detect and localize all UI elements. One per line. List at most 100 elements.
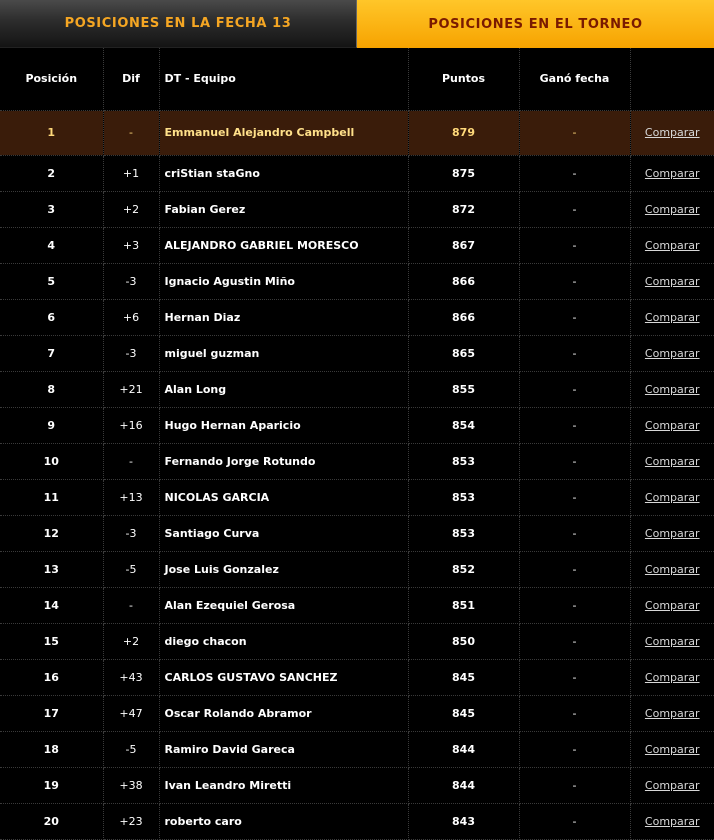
table-row: 15 +2 diego chacon 850- Comparar [0, 623, 714, 660]
table-header-row: Posición Dif DT - Equipo Puntos Ganó fec… [0, 48, 714, 111]
row-compare-cell: Comparar [630, 263, 714, 300]
row-position: 6 [0, 299, 104, 336]
row-compare-cell: Comparar [630, 109, 714, 156]
row-position: 3 [0, 191, 104, 228]
row-compare-cell: Comparar [630, 695, 714, 732]
row-compare-cell: Comparar [630, 227, 714, 264]
row-dif: - [103, 587, 160, 624]
row-won-date: - [519, 155, 631, 192]
table-row: 5 -3 Ignacio Agustin Miño 866- Comparar [0, 263, 714, 300]
row-points: 853 [408, 515, 520, 552]
row-compare-cell: Comparar [630, 659, 714, 696]
row-won-date: - [519, 109, 631, 156]
row-points: 872 [408, 191, 520, 228]
row-compare-cell: Comparar [630, 191, 714, 228]
table-row: 6 +6 Hernan Diaz 866- Comparar [0, 299, 714, 336]
row-compare-cell: Comparar [630, 623, 714, 660]
row-compare-cell: Comparar [630, 551, 714, 588]
row-won-date: - [519, 191, 631, 228]
compare-link[interactable]: Comparar [645, 167, 700, 180]
header-position: Posición [0, 48, 104, 111]
table-row: 18 -5 Ramiro David Gareca 844- Comparar [0, 731, 714, 768]
row-points: 875 [408, 155, 520, 192]
row-compare-cell: Comparar [630, 155, 714, 192]
compare-link[interactable]: Comparar [645, 311, 700, 324]
compare-link[interactable]: Comparar [645, 275, 700, 288]
row-won-date: - [519, 371, 631, 408]
row-team-name: roberto caro [159, 803, 409, 840]
row-won-date: - [519, 803, 631, 840]
compare-link[interactable]: Comparar [645, 347, 700, 360]
row-team-name: Alan Long [159, 371, 409, 408]
compare-link[interactable]: Comparar [645, 455, 700, 468]
row-team-name: Santiago Curva [159, 515, 409, 552]
compare-link[interactable]: Comparar [645, 126, 700, 139]
compare-link[interactable]: Comparar [645, 419, 700, 432]
row-team-name: Alan Ezequiel Gerosa [159, 587, 409, 624]
standings-table: Posición Dif DT - Equipo Puntos Ganó fec… [0, 48, 714, 840]
row-dif: +21 [103, 371, 160, 408]
table-row: 16 +43 CARLOS GUSTAVO SANCHEZ 845- Comparar [0, 659, 714, 696]
compare-link[interactable]: Comparar [645, 563, 700, 576]
compare-link[interactable]: Comparar [645, 671, 700, 684]
row-position: 18 [0, 731, 104, 768]
row-dif: -3 [103, 515, 160, 552]
tab-posiciones-fecha[interactable]: POSICIONES EN LA FECHA 13 [0, 0, 357, 48]
compare-link[interactable]: Comparar [645, 779, 700, 792]
row-position: 20 [0, 803, 104, 840]
table-row: 4 +3 ALEJANDRO GABRIEL MORESCO 867- Comparar [0, 227, 714, 264]
row-won-date: - [519, 443, 631, 480]
row-team-name: diego chacon [159, 623, 409, 660]
row-dif: +23 [103, 803, 160, 840]
compare-link[interactable]: Comparar [645, 815, 700, 828]
row-points: 866 [408, 263, 520, 300]
row-points: 867 [408, 227, 520, 264]
row-points: 852 [408, 551, 520, 588]
row-dif: +2 [103, 623, 160, 660]
compare-link[interactable]: Comparar [645, 635, 700, 648]
row-won-date: - [519, 767, 631, 804]
row-won-date: - [519, 623, 631, 660]
row-dif: +47 [103, 695, 160, 732]
header-won-date: Ganó fecha [519, 48, 631, 111]
row-dif: +3 [103, 227, 160, 264]
row-position: 5 [0, 263, 104, 300]
row-won-date: - [519, 731, 631, 768]
table-row: 19 +38 Ivan Leandro Miretti 844- Comparar [0, 767, 714, 804]
row-position: 8 [0, 371, 104, 408]
table-row: 10- Fernando Jorge Rotundo 853- Comparar [0, 443, 714, 480]
row-team-name: criStian staGno [159, 155, 409, 192]
row-team-name: Ignacio Agustin Miño [159, 263, 409, 300]
table-row: 20 +23 roberto caro 843- Comparar [0, 803, 714, 840]
row-team-name: Fabian Gerez [159, 191, 409, 228]
compare-link[interactable]: Comparar [645, 527, 700, 540]
table-row: 3 +2 Fabian Gerez 872- Comparar [0, 191, 714, 228]
row-team-name: Jose Luis Gonzalez [159, 551, 409, 588]
row-dif: +43 [103, 659, 160, 696]
compare-link[interactable]: Comparar [645, 383, 700, 396]
compare-link[interactable]: Comparar [645, 599, 700, 612]
row-points: 844 [408, 767, 520, 804]
tab-posiciones-torneo[interactable]: POSICIONES EN EL TORNEO [357, 0, 714, 48]
row-dif: -5 [103, 551, 160, 588]
row-dif: +2 [103, 191, 160, 228]
row-dif: +6 [103, 299, 160, 336]
row-position: 4 [0, 227, 104, 264]
header-team: DT - Equipo [159, 48, 409, 111]
compare-link[interactable]: Comparar [645, 203, 700, 216]
row-position: 2 [0, 155, 104, 192]
table-row: 13 -5 Jose Luis Gonzalez 852- Comparar [0, 551, 714, 588]
row-points: 853 [408, 479, 520, 516]
compare-link[interactable]: Comparar [645, 707, 700, 720]
compare-link[interactable]: Comparar [645, 491, 700, 504]
row-team-name: NICOLAS GARCIA [159, 479, 409, 516]
row-points: 844 [408, 731, 520, 768]
compare-link[interactable]: Comparar [645, 239, 700, 252]
compare-link[interactable]: Comparar [645, 743, 700, 756]
row-position: 1 [0, 109, 104, 156]
row-dif: - [103, 109, 160, 156]
row-points: 850 [408, 623, 520, 660]
row-compare-cell: Comparar [630, 587, 714, 624]
row-position: 15 [0, 623, 104, 660]
row-won-date: - [519, 515, 631, 552]
